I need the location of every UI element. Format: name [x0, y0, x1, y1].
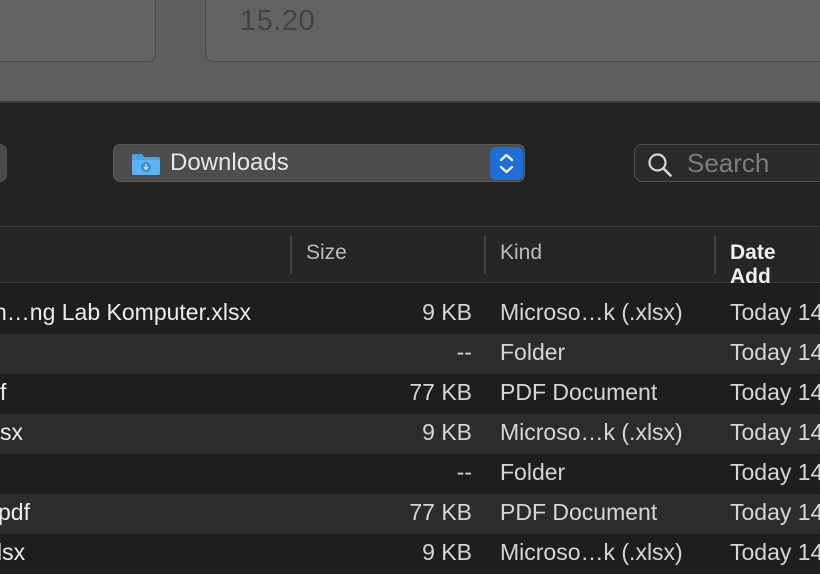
downloads-folder-icon: [132, 154, 160, 175]
column-resize-handle[interactable]: [714, 236, 716, 274]
column-header-bar: Size Kind Date Add: [0, 226, 820, 288]
column-header-kind[interactable]: Kind: [500, 241, 542, 265]
background-form: 15.20: [0, 0, 820, 101]
file-size: 9 KB: [422, 419, 472, 445]
search-input[interactable]: [687, 148, 820, 178]
file-name: n…ng Lab Komputer.xlsx: [0, 299, 251, 325]
file-size: --: [456, 339, 472, 365]
file-kind: PDF Document: [500, 499, 658, 525]
location-stepper[interactable]: [490, 147, 523, 180]
file-size: 9 KB: [422, 539, 472, 565]
file-kind: PDF Document: [500, 379, 658, 405]
file-size: --: [456, 459, 472, 485]
file-kind: Folder: [500, 339, 566, 365]
file-row[interactable]: -- Folder Today 14: [0, 454, 820, 494]
file-date-added: Today 14: [730, 459, 820, 485]
chevron-up-down-icon: [499, 153, 514, 174]
file-name: pdf: [0, 499, 30, 525]
search-field[interactable]: [634, 144, 820, 182]
file-size: 77 KB: [409, 379, 472, 405]
file-dialog-toolbar: Downloads: [0, 103, 820, 226]
file-date-added: Today 14: [730, 299, 820, 325]
column-header-date-added[interactable]: Date Add: [730, 241, 820, 289]
file-date-added: Today 14: [730, 339, 820, 365]
file-kind: Microso…k (.xlsx): [500, 539, 683, 565]
file-date-added: Today 14: [730, 419, 820, 445]
file-name: f: [0, 379, 7, 405]
file-row[interactable]: f 77 KB PDF Document Today 14: [0, 374, 820, 414]
view-toggle-button[interactable]: [0, 144, 7, 182]
file-kind: Folder: [500, 459, 566, 485]
location-label: Downloads: [170, 149, 289, 176]
column-header-size[interactable]: Size: [306, 241, 347, 265]
file-row[interactable]: lsx 9 KB Microso…k (.xlsx) Today 14: [0, 534, 820, 574]
form-field-left[interactable]: [0, 0, 156, 62]
column-resize-handle[interactable]: [290, 236, 292, 274]
search-icon: [648, 153, 672, 177]
file-row[interactable]: n…ng Lab Komputer.xlsx 9 KB Microso…k (.…: [0, 294, 820, 334]
file-date-added: Today 14: [730, 379, 820, 405]
location-dropdown[interactable]: Downloads: [113, 144, 525, 182]
file-name: lsx: [0, 539, 26, 565]
form-field-value: 15.20: [240, 5, 316, 37]
column-resize-handle[interactable]: [484, 236, 486, 274]
file-name: sx: [0, 419, 23, 445]
file-row[interactable]: sx 9 KB Microso…k (.xlsx) Today 14: [0, 414, 820, 454]
file-row[interactable]: -- Folder Today 14: [0, 334, 820, 374]
file-date-added: Today 14: [730, 499, 820, 525]
file-size: 77 KB: [409, 499, 472, 525]
file-size: 9 KB: [422, 299, 472, 325]
file-kind: Microso…k (.xlsx): [500, 299, 683, 325]
file-row[interactable]: pdf 77 KB PDF Document Today 14: [0, 494, 820, 534]
file-kind: Microso…k (.xlsx): [500, 419, 683, 445]
file-list: n…ng Lab Komputer.xlsx 9 KB Microso…k (.…: [0, 294, 820, 574]
form-field-right[interactable]: 15.20: [205, 0, 820, 62]
file-date-added: Today 14: [730, 539, 820, 565]
